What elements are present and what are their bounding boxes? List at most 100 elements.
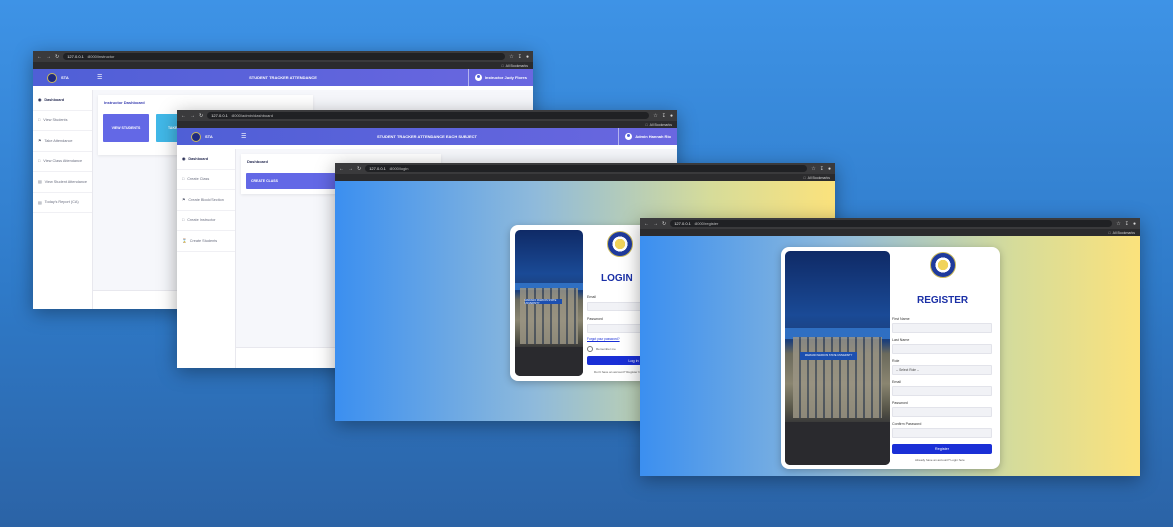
address-bar[interactable]: 127.0.0.1:8000/admin/dashboard xyxy=(207,112,650,119)
back-icon[interactable]: ← xyxy=(339,166,344,172)
sidebar-item-create-instructor[interactable]: □ Create Instructor xyxy=(177,211,235,231)
sidebar-item-create-class[interactable]: □ Create Class xyxy=(177,170,235,190)
forward-icon[interactable]: → xyxy=(190,113,195,119)
bookmarks-bar: □ All Bookmarks xyxy=(335,174,835,181)
app-title: STUDENT TRACKER ATTENDANCE EACH SUBJECT xyxy=(376,134,477,139)
reload-icon[interactable]: ↻ xyxy=(55,54,59,60)
view-students-tile[interactable]: VIEW STUDENTS xyxy=(103,114,149,142)
forward-icon[interactable]: → xyxy=(46,54,51,60)
download-icon[interactable]: ↧ xyxy=(662,113,666,119)
user-name: Instructor Judy Flores xyxy=(484,75,527,80)
brand-name: STA xyxy=(61,75,69,80)
remember-me[interactable]: Remember me xyxy=(587,346,616,352)
create-class-tile[interactable]: CREATE CLASS xyxy=(246,173,336,189)
checkbox-icon[interactable] xyxy=(587,346,593,352)
sidebar-item-class-attendance[interactable]: □ View Class Attendance xyxy=(33,152,92,172)
dashboard-icon: ◉ xyxy=(38,98,42,103)
profile-icon[interactable]: ● xyxy=(1133,221,1136,227)
download-icon[interactable]: ↧ xyxy=(518,54,522,60)
register-prompt[interactable]: Don't have an account? Register here xyxy=(594,370,644,374)
all-bookmarks[interactable]: All Bookmarks xyxy=(506,64,528,68)
sidebar-item-create-students[interactable]: ⌛ Create Students xyxy=(177,231,235,252)
back-icon[interactable]: ← xyxy=(181,113,186,119)
register-window: ← → ↻ 127.0.0.1:8000/register ☆ ↧ ● □ All… xyxy=(640,218,1140,476)
brand-name: STA xyxy=(205,134,213,139)
sidebar-item-student-attendance[interactable]: ▤ View Student Attendance xyxy=(33,172,92,193)
sidebar: ◉ Dashboard □ View Students ⚑ Take Attendan… xyxy=(33,90,93,309)
register-card: MARIANO MARCOS STATE UNIVERSITY REGISTER… xyxy=(781,247,1000,469)
register-button[interactable]: Register xyxy=(892,444,992,454)
first-name-field[interactable] xyxy=(892,323,992,333)
campus-photo: MARIANO MARCOS STATE UNIVERSITY xyxy=(785,251,890,465)
email-label: Email xyxy=(587,295,596,299)
avatar-icon xyxy=(625,133,633,140)
chat-icon: □ xyxy=(182,218,185,223)
remember-label: Remember me xyxy=(596,347,616,351)
campus-sign: MARIANO MARCOS STATE UNIVERSITY xyxy=(799,351,858,361)
last-name-label: Last Name xyxy=(892,338,910,342)
forgot-password-link[interactable]: Forgot your password? xyxy=(587,337,620,341)
browser-toolbar: ← → ↻ 127.0.0.1:8000/admin/dashboard ☆ ↧… xyxy=(177,110,677,121)
confirm-password-label: Confirm Password xyxy=(892,422,922,426)
back-icon[interactable]: ← xyxy=(37,54,42,60)
download-icon[interactable]: ↧ xyxy=(820,166,824,172)
sidebar-item-dashboard[interactable]: ◉ Dashboard xyxy=(177,149,235,170)
sidebar-item-take-attendance[interactable]: ⚑ Take Attendance xyxy=(33,131,92,152)
bookmarks-bar: □ All Bookmarks xyxy=(33,62,533,69)
card-title: Instructor Dashboard xyxy=(104,100,145,105)
address-bar[interactable]: 127.0.0.1:8000/login xyxy=(365,165,808,172)
login-prompt[interactable]: Already have an account? Login here xyxy=(915,458,965,462)
user-menu[interactable]: Admin Hannah Rio xyxy=(618,128,677,145)
reload-icon[interactable]: ↻ xyxy=(662,221,666,227)
bookmarks-bar: □ All Bookmarks xyxy=(177,121,677,128)
reload-icon[interactable]: ↻ xyxy=(357,166,361,172)
password-field[interactable] xyxy=(892,407,992,417)
forward-icon[interactable]: → xyxy=(348,166,353,172)
avatar-icon xyxy=(474,74,482,81)
address-bar[interactable]: 127.0.0.1:8000/register xyxy=(670,220,1113,227)
star-icon[interactable]: ☆ xyxy=(1116,221,1120,227)
sidebar-item-todays-report[interactable]: ▤ Today's Report (CA) xyxy=(33,193,92,213)
confirm-password-field[interactable] xyxy=(892,428,992,438)
all-bookmarks[interactable]: All Bookmarks xyxy=(808,176,830,180)
star-icon[interactable]: ☆ xyxy=(811,166,815,172)
download-icon[interactable]: ↧ xyxy=(1125,221,1129,227)
forward-icon[interactable]: → xyxy=(653,221,658,227)
email-label: Email xyxy=(892,380,901,384)
sidebar-item-create-block[interactable]: ⚑ Create Block/Section xyxy=(177,190,235,211)
last-name-field[interactable] xyxy=(892,344,992,354)
table-icon: □ xyxy=(38,118,41,123)
user-name: Admin Hannah Rio xyxy=(635,134,671,139)
folder-icon: □ xyxy=(803,175,806,180)
role-select[interactable]: -- Select Role -- xyxy=(892,365,992,375)
all-bookmarks[interactable]: All Bookmarks xyxy=(650,123,672,127)
profile-icon[interactable]: ● xyxy=(526,54,529,60)
logo-icon xyxy=(47,72,57,83)
flag-icon: ⚑ xyxy=(182,198,186,203)
menu-icon[interactable]: ☰ xyxy=(97,74,102,81)
profile-icon[interactable]: ● xyxy=(670,113,673,119)
dashboard-icon: ◉ xyxy=(182,157,186,162)
first-name-label: First Name xyxy=(892,317,910,321)
sidebar-item-dashboard[interactable]: ◉ Dashboard xyxy=(33,90,92,111)
folder-icon: □ xyxy=(645,122,648,127)
browser-toolbar: ← → ↻ 127.0.0.1:8000/instructor ☆ ↧ ● xyxy=(33,51,533,62)
password-label: Password xyxy=(892,401,908,405)
star-icon[interactable]: ☆ xyxy=(653,113,657,119)
all-bookmarks[interactable]: All Bookmarks xyxy=(1113,231,1135,235)
email-field[interactable] xyxy=(892,386,992,396)
reload-icon[interactable]: ↻ xyxy=(199,113,203,119)
campus-sign: MARIANO MARCOS STATE UNIVERSITY xyxy=(524,299,562,305)
browser-toolbar: ← → ↻ 127.0.0.1:8000/login ☆ ↧ ● xyxy=(335,163,835,174)
menu-icon[interactable]: ☰ xyxy=(241,133,246,140)
back-icon[interactable]: ← xyxy=(644,221,649,227)
app-title: STUDENT TRACKER ATTENDANCE xyxy=(249,75,317,80)
address-bar[interactable]: 127.0.0.1:8000/instructor xyxy=(63,53,506,60)
folder-icon: □ xyxy=(1108,230,1111,235)
star-icon[interactable]: ☆ xyxy=(509,54,513,60)
user-menu[interactable]: Instructor Judy Flores xyxy=(467,69,533,86)
bookmarks-bar: □ All Bookmarks xyxy=(640,229,1140,236)
sidebar-item-view-students[interactable]: □ View Students xyxy=(33,111,92,131)
top-navbar: STA ☰ STUDENT TRACKER ATTENDANCE EACH SU… xyxy=(177,128,677,145)
profile-icon[interactable]: ● xyxy=(828,166,831,172)
